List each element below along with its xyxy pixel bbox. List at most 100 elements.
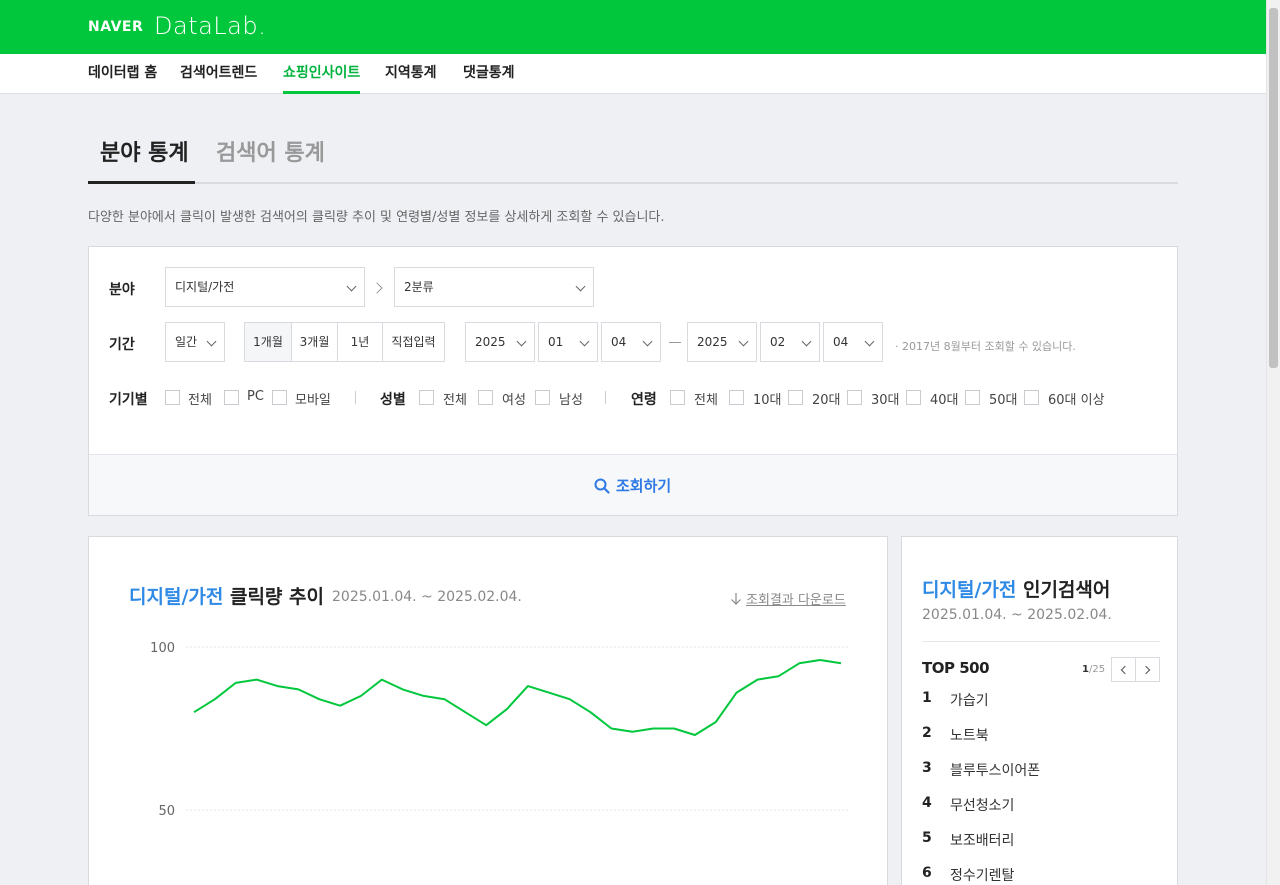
data-point[interactable] bbox=[355, 690, 367, 702]
age-all-label: 전체 bbox=[694, 393, 718, 408]
data-point[interactable] bbox=[710, 716, 722, 728]
naver-logo[interactable]: NAVER bbox=[88, 19, 143, 35]
data-point[interactable] bbox=[188, 706, 200, 718]
scrollbar-thumb[interactable] bbox=[1269, 8, 1278, 368]
nav-item-home[interactable]: 데이터랩 홈 bbox=[88, 54, 157, 94]
category1-value: 디지털/가전 bbox=[175, 280, 235, 294]
rank-number: 3 bbox=[922, 760, 932, 776]
period-1year-button[interactable]: 1년 bbox=[337, 323, 382, 361]
data-point[interactable] bbox=[313, 693, 325, 705]
data-point[interactable] bbox=[668, 723, 680, 735]
data-point[interactable] bbox=[480, 719, 492, 731]
tab-keyword-stats[interactable]: 검색어 통계 bbox=[216, 135, 325, 167]
category1-select[interactable]: 디지털/가전 bbox=[165, 267, 365, 307]
data-point[interactable] bbox=[251, 674, 263, 686]
age-50s-checkbox[interactable] bbox=[965, 390, 980, 405]
category2-value: 2분류 bbox=[404, 280, 434, 294]
end-year-value: 2025 bbox=[697, 335, 728, 349]
category2-select[interactable]: 2분류 bbox=[394, 267, 594, 307]
period-unit-value: 일간 bbox=[175, 335, 198, 349]
device-all-checkbox[interactable] bbox=[165, 390, 180, 405]
data-point[interactable] bbox=[772, 670, 784, 682]
nav-item-comment-stats[interactable]: 댓글통계 bbox=[463, 54, 515, 94]
y-tick-label: 100 bbox=[150, 641, 175, 656]
start-day-select[interactable]: 04 bbox=[601, 322, 661, 362]
end-day-select[interactable]: 04 bbox=[823, 322, 883, 362]
data-point[interactable] bbox=[564, 693, 576, 705]
data-point[interactable] bbox=[292, 683, 304, 695]
period-label: 기간 bbox=[109, 337, 135, 353]
device-mobile-checkbox[interactable] bbox=[272, 390, 287, 405]
click-trend-card: 디지털/가전 클릭량 추이 2025.01.04. ~ 2025.02.04. … bbox=[88, 536, 888, 885]
age-60plus-checkbox[interactable] bbox=[1024, 390, 1039, 405]
period-unit-select[interactable]: 일간 bbox=[165, 322, 225, 362]
gender-male-checkbox[interactable] bbox=[535, 390, 550, 405]
gender-all-checkbox[interactable] bbox=[419, 390, 434, 405]
age-30s-checkbox[interactable] bbox=[847, 390, 862, 405]
age-all-checkbox[interactable] bbox=[670, 390, 685, 405]
data-point[interactable] bbox=[376, 674, 388, 686]
period-1month-button[interactable]: 1개월 bbox=[245, 323, 291, 361]
rank-number: 4 bbox=[922, 795, 932, 811]
end-year-select[interactable]: 2025 bbox=[687, 322, 757, 362]
data-point[interactable] bbox=[334, 700, 346, 712]
checkbox-row: 기기별 전체 PC 모바일 성별 전체 여성 남성 연령 전체 10대 20대 … bbox=[89, 387, 1179, 409]
start-year-select[interactable]: 2025 bbox=[465, 322, 535, 362]
chevron-down-icon bbox=[575, 281, 586, 292]
page-current: 1 bbox=[1082, 664, 1089, 675]
nav-item-search-trend[interactable]: 검색어트렌드 bbox=[180, 54, 257, 94]
end-month-select[interactable]: 02 bbox=[760, 322, 820, 362]
datalab-logo[interactable]: DataLab. bbox=[154, 12, 266, 40]
data-point[interactable] bbox=[501, 703, 513, 715]
data-point[interactable] bbox=[459, 706, 471, 718]
age-50s-label: 50대 bbox=[989, 393, 1018, 408]
device-pc-checkbox[interactable] bbox=[224, 390, 239, 405]
chevron-down-icon bbox=[738, 336, 749, 347]
tab-category-stats[interactable]: 분야 통계 bbox=[100, 135, 189, 167]
data-point[interactable] bbox=[230, 677, 242, 689]
device-pc-label: PC bbox=[247, 389, 264, 404]
data-point[interactable] bbox=[418, 690, 430, 702]
page-scrollbar[interactable] bbox=[1266, 0, 1280, 885]
data-point[interactable] bbox=[731, 687, 743, 699]
chevron-down-icon bbox=[864, 336, 875, 347]
age-10s-checkbox[interactable] bbox=[729, 390, 744, 405]
data-point[interactable] bbox=[689, 729, 701, 741]
data-point[interactable] bbox=[752, 674, 764, 686]
gender-label: 성별 bbox=[380, 392, 406, 408]
start-day-value: 04 bbox=[611, 335, 627, 349]
data-point[interactable] bbox=[647, 723, 659, 735]
age-40s-checkbox[interactable] bbox=[906, 390, 921, 405]
search-button[interactable]: 조회하기 bbox=[594, 475, 671, 496]
data-point[interactable] bbox=[626, 726, 638, 738]
rank-keyword: 무선청소기 bbox=[950, 798, 1015, 814]
device-label: 기기별 bbox=[109, 392, 148, 408]
period-hint: · 2017년 8월부터 조회할 수 있습니다. bbox=[895, 340, 1076, 353]
data-point[interactable] bbox=[605, 723, 617, 735]
period-custom-button[interactable]: 직접입력 bbox=[382, 323, 444, 361]
rank-number: 5 bbox=[922, 830, 932, 846]
prev-page-button[interactable] bbox=[1111, 657, 1136, 682]
data-point[interactable] bbox=[438, 693, 450, 705]
age-20s-checkbox[interactable] bbox=[788, 390, 803, 405]
age-10s-label: 10대 bbox=[753, 393, 782, 408]
gender-female-checkbox[interactable] bbox=[478, 390, 493, 405]
start-month-select[interactable]: 01 bbox=[538, 322, 598, 362]
data-point[interactable] bbox=[209, 693, 221, 705]
data-point[interactable] bbox=[585, 706, 597, 718]
data-point[interactable] bbox=[522, 680, 534, 692]
next-page-button[interactable] bbox=[1135, 657, 1160, 682]
data-point[interactable] bbox=[397, 683, 409, 695]
period-3month-button[interactable]: 3개월 bbox=[291, 323, 337, 361]
data-point[interactable] bbox=[543, 687, 555, 699]
page-description: 다양한 분야에서 클릭이 발생한 검색어의 클릭량 추이 및 연령별/성별 정보… bbox=[88, 210, 665, 225]
data-point[interactable] bbox=[814, 654, 826, 666]
data-point[interactable] bbox=[835, 657, 847, 669]
data-point[interactable] bbox=[793, 657, 805, 669]
nav-item-shopping-insight[interactable]: 쇼핑인사이트 bbox=[283, 54, 361, 94]
click-trend-chart: 100 50 bbox=[150, 641, 849, 819]
end-day-value: 04 bbox=[833, 335, 849, 349]
nav-item-region-stats[interactable]: 지역통계 bbox=[385, 54, 437, 94]
search-area: 조회하기 bbox=[89, 454, 1177, 515]
data-point[interactable] bbox=[271, 680, 283, 692]
